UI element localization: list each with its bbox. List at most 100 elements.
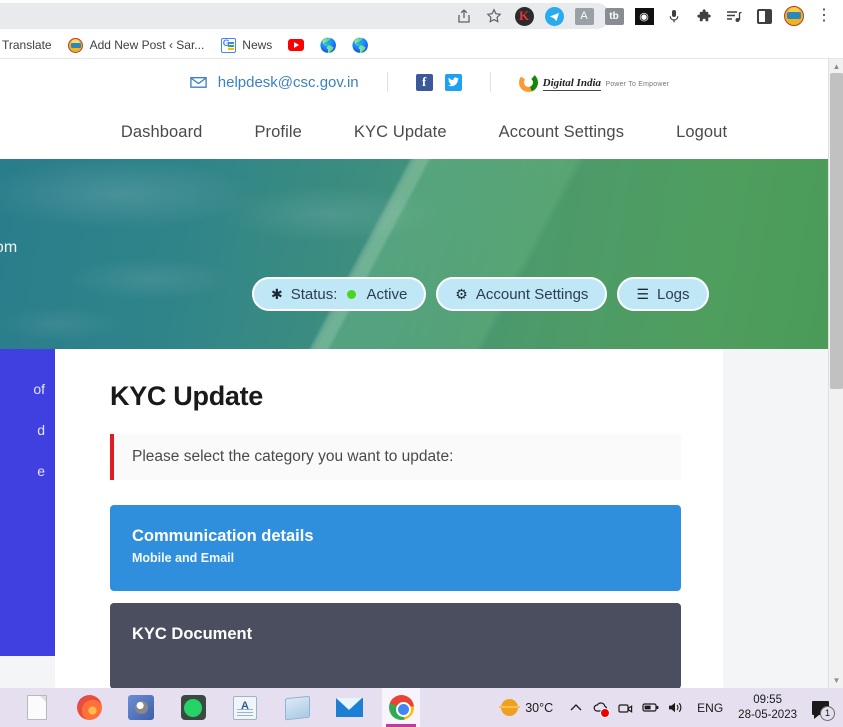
hero-user-email: @gmail.com: [0, 239, 18, 256]
network-error-icon[interactable]: [588, 688, 613, 727]
bookmark-globe-2[interactable]: 🌎: [344, 34, 376, 56]
notification-count-badge: 1: [820, 706, 835, 721]
microphone-icon[interactable]: [659, 0, 689, 32]
status-label: Status:: [290, 285, 338, 303]
page-title: KYC Update: [110, 381, 264, 411]
extension-telegram-icon[interactable]: [539, 0, 569, 32]
taskbar-document-app[interactable]: [226, 688, 264, 727]
hero-banner: @gmail.com ✱ Status: Active ⚙ Account Se…: [0, 159, 828, 349]
bookmark-translate[interactable]: Translate: [0, 35, 60, 55]
nav-item-account-settings[interactable]: Account Settings: [499, 123, 624, 142]
browser-toolbar: K A tb ◉ ⋮: [0, 0, 843, 32]
scroll-down-arrow-icon[interactable]: ▼: [829, 673, 843, 688]
whatsapp-icon: [180, 695, 206, 720]
volume-icon[interactable]: [663, 688, 688, 727]
extension-kite-icon[interactable]: K: [509, 0, 539, 32]
taskbar-firefox[interactable]: [70, 688, 108, 727]
clock-widget[interactable]: 09:55 28-05-2023: [732, 693, 803, 722]
chrome-icon: [388, 695, 414, 720]
clock-date: 28-05-2023: [738, 708, 797, 721]
nav-item-kyc-update[interactable]: KYC Update: [354, 123, 447, 142]
chrome-menu-icon[interactable]: ⋮: [809, 0, 839, 32]
extension-printer-icon[interactable]: A: [569, 0, 599, 32]
category-communication-details[interactable]: Communication details Mobile and Email: [110, 505, 681, 591]
category-subtitle: Mobile and Email: [132, 551, 235, 565]
notification-center-button[interactable]: 1: [803, 688, 837, 727]
taskbar-mail[interactable]: [330, 688, 368, 727]
twitter-icon[interactable]: [444, 73, 462, 91]
side-panel-fragment: d: [37, 422, 45, 438]
taskbar-file-explorer[interactable]: [18, 688, 56, 727]
site-utility-bar: helpdesk@csc.gov.in f Digital India Powe…: [0, 59, 828, 105]
battery-icon[interactable]: [638, 688, 663, 727]
taskbar-chrome[interactable]: [382, 688, 420, 727]
bookmark-label: News: [242, 38, 273, 52]
reading-list-icon[interactable]: [719, 0, 749, 32]
helpdesk-email-text: helpdesk@csc.gov.in: [217, 73, 359, 91]
site-navigation: Dashboard Profile KYC Update Account Set…: [0, 105, 828, 159]
weather-widget[interactable]: 30°C: [491, 699, 563, 716]
category-title: Communication details: [132, 527, 314, 545]
nav-item-logout[interactable]: Logout: [676, 123, 727, 142]
list-icon: ☰: [636, 286, 649, 302]
google-news-icon: [220, 37, 236, 53]
category-title: KYC Document: [132, 625, 253, 643]
scrollbar-thumb[interactable]: [830, 73, 843, 389]
social-links: f: [415, 73, 462, 91]
extensions-puzzle-icon[interactable]: [689, 0, 719, 32]
taskbar-apps: [18, 688, 420, 727]
wordpress-emblem-icon: [68, 37, 84, 53]
media-player-icon: [128, 695, 154, 720]
account-settings-label: Account Settings: [475, 285, 589, 303]
logs-label: Logs: [657, 285, 690, 303]
nav-item-dashboard[interactable]: Dashboard: [121, 123, 203, 142]
page-viewport: helpdesk@csc.gov.in f Digital India Powe…: [0, 59, 828, 688]
category-kyc-document[interactable]: KYC Document: [110, 603, 681, 688]
bookmark-label: Add New Post ‹ Sar...: [89, 38, 205, 52]
taskbar-whatsapp[interactable]: [174, 688, 212, 727]
page-scrollbar[interactable]: ▲ ▼: [828, 59, 843, 688]
status-dot-icon: [347, 289, 357, 299]
bookmark-globe-1[interactable]: 🌎: [312, 34, 344, 56]
globe-icon: 🌎: [319, 37, 338, 53]
nav-item-profile[interactable]: Profile: [254, 123, 301, 142]
status-pill[interactable]: ✱ Status: Active: [252, 277, 427, 311]
side-info-panel: of d e: [0, 349, 55, 656]
digital-india-subtitle: Power To Empower: [605, 80, 670, 88]
language-indicator[interactable]: ENG: [688, 701, 732, 715]
envelope-icon: [189, 74, 208, 90]
tray-icon-group: [563, 688, 688, 727]
digital-india-logo[interactable]: Digital India Power To Empower: [518, 72, 670, 92]
bookmark-youtube[interactable]: [280, 34, 312, 56]
bookmark-label: Translate: [2, 38, 52, 52]
digital-india-swirl-icon: [518, 72, 538, 92]
taskbar-notepad[interactable]: [278, 688, 316, 727]
globe-icon-2: 🌎: [351, 37, 370, 53]
helpdesk-email-link[interactable]: helpdesk@csc.gov.in: [189, 74, 359, 91]
side-panel-icon[interactable]: [749, 0, 779, 32]
profile-avatar-icon[interactable]: [779, 0, 809, 32]
extension-tb-icon[interactable]: tb: [599, 0, 629, 32]
account-settings-pill[interactable]: ⚙ Account Settings: [436, 277, 608, 311]
side-panel-fragment: e: [37, 463, 45, 479]
facebook-icon[interactable]: f: [415, 73, 433, 91]
scroll-up-arrow-icon[interactable]: ▲: [829, 59, 843, 74]
bookmark-news[interactable]: News: [212, 34, 280, 56]
toolbar-icon-group: K A tb ◉ ⋮: [449, 0, 839, 32]
taskbar-media-player[interactable]: [122, 688, 160, 727]
youtube-icon: [288, 37, 305, 53]
share-icon[interactable]: [449, 0, 479, 32]
extension-owl-icon[interactable]: ◉: [629, 0, 659, 32]
bookmark-star-icon[interactable]: [479, 0, 509, 32]
temperature-label: 30°C: [525, 700, 554, 715]
bookmark-add-new-post[interactable]: Add New Post ‹ Sar...: [60, 34, 213, 56]
show-hidden-icons-chevron[interactable]: [563, 688, 588, 727]
logs-pill[interactable]: ☰ Logs: [617, 277, 709, 311]
divider-2: [489, 72, 491, 92]
mail-app-icon: [335, 698, 363, 717]
side-panel-fragment: of: [33, 381, 45, 397]
clock-time: 09:55: [753, 694, 782, 707]
file-explorer-icon: [27, 695, 47, 720]
camera-icon[interactable]: [613, 688, 638, 727]
status-value: Active: [366, 285, 408, 303]
